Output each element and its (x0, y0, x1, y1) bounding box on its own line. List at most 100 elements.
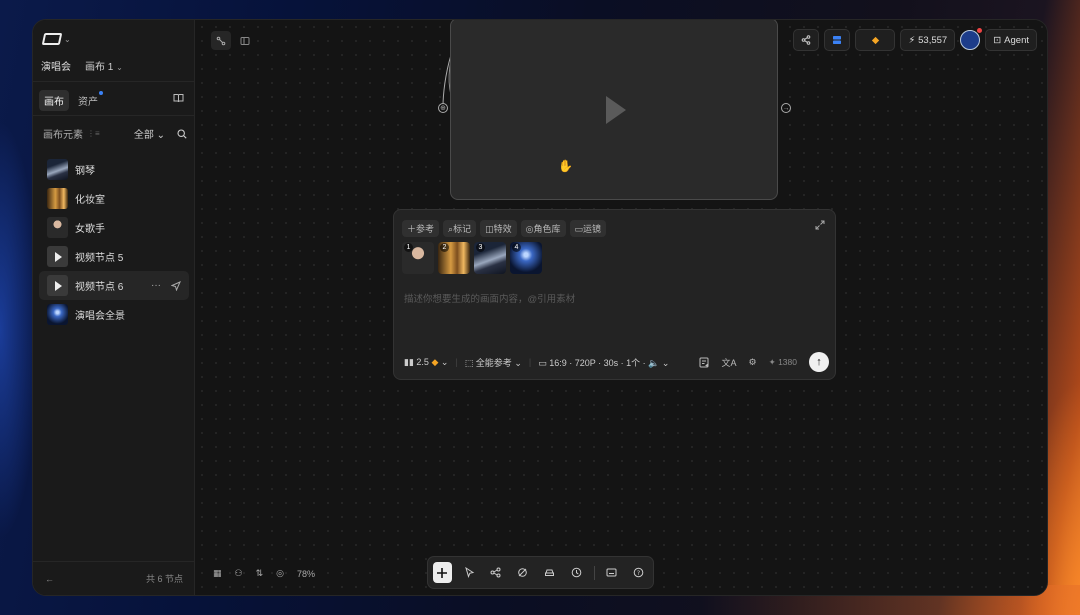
chevron-down-icon: ⌄ (116, 63, 123, 72)
prompt-chips: ＋参考 ⌕标记 ◫特效 ◎角色库 ▭运镜 (402, 220, 607, 237)
volume-icon: 🔈 (648, 357, 660, 368)
reference-image[interactable]: 2 (438, 242, 470, 274)
play-icon (47, 246, 68, 267)
app-logo (41, 33, 63, 45)
video-settings-selector[interactable]: ▭ 16:9 · 720P · 30s · 1个 · 🔈 ⌄ (538, 356, 669, 369)
book-icon[interactable] (173, 93, 184, 103)
gem-icon: ◆ (871, 34, 880, 46)
canvas-selector[interactable]: 画布 1 ⌄ (85, 58, 123, 73)
list-item[interactable]: 视频节点 6 ··· (39, 271, 189, 300)
video-node[interactable]: ✋ (450, 20, 778, 200)
send-icon[interactable] (171, 280, 181, 291)
expand-icon[interactable] (815, 220, 825, 230)
reference-index: 1 (404, 243, 413, 252)
panel-toggle-icon[interactable] (235, 31, 255, 50)
tab-canvas[interactable]: 画布 (39, 90, 69, 111)
element-label: 化妆室 (75, 195, 105, 206)
chip-label: 标记 (453, 224, 472, 234)
element-label: 演唱会全景 (75, 311, 125, 322)
canvas-name: 画布 1 (85, 62, 114, 73)
play-icon[interactable] (606, 96, 626, 124)
workflow-icon[interactable] (487, 562, 506, 583)
settings-sliders-icon[interactable]: ⚙ (749, 357, 757, 368)
canvas[interactable]: ⊕ ✋ → ＋参考 ⌕标记 ◫特效 ◎角色库 ▭运镜 1 2 3 4 描述你想要… (195, 20, 1047, 595)
reference-mode-icon: ⬚ (464, 357, 474, 368)
layout-button[interactable] (824, 29, 851, 51)
mode-selector[interactable]: ⬚ 全能参考 ⌄ (465, 356, 522, 369)
svg-text:?: ? (637, 569, 640, 577)
subtitle-icon[interactable] (602, 562, 621, 583)
play-icon (47, 275, 68, 296)
share-button[interactable] (793, 29, 820, 51)
element-thumbnail (47, 159, 68, 180)
list-view-icon[interactable]: ⋮≡ (87, 129, 100, 138)
cost-value: 1380 (778, 356, 797, 367)
prompt-input[interactable]: 描述你想要生成的画面内容，@引用素材 (404, 291, 575, 305)
hand-cursor-icon: ✋ (558, 159, 573, 173)
tab-assets[interactable]: 资产 (73, 90, 103, 111)
select-cursor-icon[interactable] (460, 562, 479, 583)
avatar[interactable] (960, 28, 983, 50)
element-thumbnail (47, 217, 68, 238)
agent-button[interactable]: ⊡ Agent (985, 29, 1037, 51)
chip-reference[interactable]: ＋参考 (402, 220, 440, 237)
chip-effects[interactable]: ◫特效 (480, 220, 517, 237)
sort-icon[interactable]: ⇅ (256, 568, 264, 579)
reference-index: 3 (476, 243, 485, 252)
output-port-icon[interactable]: → (781, 103, 791, 113)
elements-header: 画布元素 ⋮≡ 全部 ⌄ (43, 126, 187, 141)
zoom-level[interactable]: 78% (297, 569, 315, 579)
history-icon[interactable] (567, 562, 586, 583)
collapse-arrow-icon[interactable]: ← (45, 574, 54, 584)
chip-label: 运镜 (583, 224, 602, 234)
list-item[interactable]: 化妆室 (39, 184, 189, 213)
membership-button[interactable]: ◆ (855, 29, 896, 51)
divider (33, 81, 195, 82)
list-item[interactable]: 演唱会全景 (39, 300, 189, 329)
reference-image[interactable]: 4 (510, 242, 542, 274)
list-item[interactable]: 女歌手 (39, 213, 189, 242)
agent-icon: ⊡ (993, 34, 1002, 46)
filter-dropdown[interactable]: 全部 ⌄ (134, 126, 165, 141)
credits-balance[interactable]: ⚡ 53,557 (900, 29, 956, 51)
divider: | (455, 357, 458, 367)
reference-index: 4 (512, 243, 521, 252)
element-label: 女歌手 (75, 224, 105, 235)
video-settings: 16:9 · 720P · 30s · 1个 · (549, 357, 649, 368)
search-icon[interactable] (177, 128, 187, 139)
car-icon[interactable] (540, 562, 559, 583)
input-port-icon[interactable]: ⊕ (438, 103, 448, 113)
model-selector[interactable]: ▮▮ 2.5 ◆ ⌄ (404, 357, 448, 368)
fit-view-icon[interactable]: ◎ (276, 568, 284, 579)
translate-icon[interactable]: 文A (722, 356, 737, 369)
connect-tool-icon[interactable] (211, 31, 231, 50)
element-label: 视频节点 6 (75, 282, 124, 293)
people-icon[interactable]: ⚇ (235, 568, 243, 579)
chip-character-library[interactable]: ◎角色库 (520, 220, 566, 237)
element-thumbnail (47, 188, 68, 209)
list-item[interactable]: 钢琴 (39, 155, 189, 184)
bottom-toolbar: ? (427, 556, 654, 589)
sidebar-footer: ← 共 6 节点 (33, 561, 195, 595)
element-thumbnail (47, 304, 68, 325)
add-note-icon[interactable] (699, 357, 710, 368)
chip-camera-motion[interactable]: ▭运镜 (569, 220, 607, 237)
logo-menu[interactable]: ⌄ (41, 33, 71, 45)
more-icon[interactable]: ··· (151, 280, 161, 291)
add-node-button[interactable] (433, 562, 452, 583)
project-name[interactable]: 演唱会 (41, 58, 71, 73)
send-button[interactable]: ↑ (809, 352, 829, 372)
credits-value: 53,557 (918, 34, 948, 46)
help-icon[interactable]: ? (629, 562, 648, 583)
minimap-icon[interactable]: ▦ (213, 568, 222, 579)
app-window: ⌄ 演唱会 画布 1 ⌄ 画布 资产 画布元素 ⋮≡ 全部 ⌄ 钢琴 化妆室 女… (32, 19, 1048, 596)
list-item[interactable]: 视频节点 5 (39, 242, 189, 271)
sidebar-tabs: 画布 资产 (39, 90, 103, 111)
reference-image[interactable]: 1 (402, 242, 434, 274)
chip-mark[interactable]: ⌕标记 (443, 220, 477, 237)
divider: | (528, 357, 532, 367)
magic-brush-icon[interactable] (513, 562, 532, 583)
model-version: 2.5 (416, 356, 429, 367)
sidebar: ⌄ 演唱会 画布 1 ⌄ 画布 资产 画布元素 ⋮≡ 全部 ⌄ 钢琴 化妆室 女… (33, 20, 195, 595)
reference-image[interactable]: 3 (474, 242, 506, 274)
